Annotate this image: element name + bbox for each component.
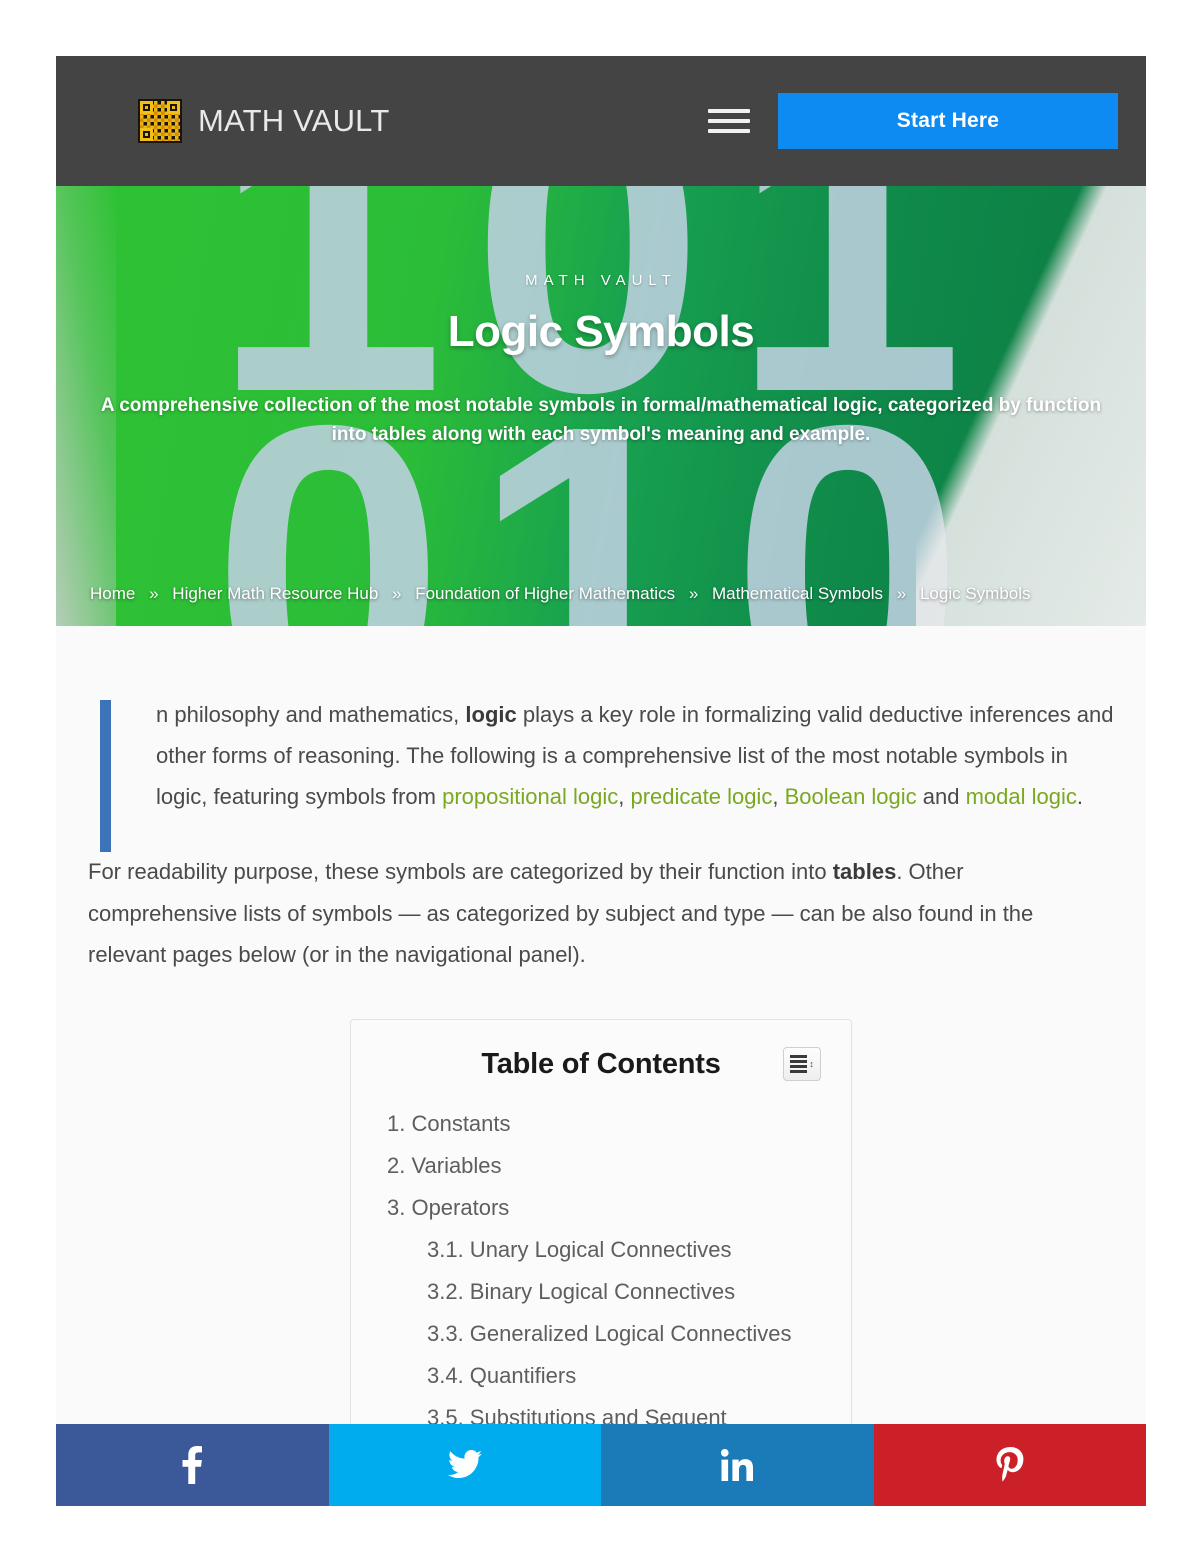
link-propositional-logic[interactable]: propositional logic bbox=[442, 784, 618, 809]
page-container: MATH VAULT Start Here 101 010 MATH VAULT… bbox=[56, 56, 1146, 1506]
toc-item-generalized-logical-connectives[interactable]: 3.3. Generalized Logical Connectives bbox=[387, 1313, 815, 1355]
breadcrumb-separator: » bbox=[392, 584, 402, 603]
facebook-icon bbox=[182, 1446, 203, 1484]
paragraph2-text-1: For readability purpose, these symbols a… bbox=[88, 859, 833, 885]
breadcrumb-separator: » bbox=[149, 584, 159, 603]
paragraph-readability: For readability purpose, these symbols a… bbox=[88, 851, 1114, 974]
facebook-share-button[interactable] bbox=[56, 1424, 329, 1506]
link-modal-logic[interactable]: modal logic bbox=[966, 784, 1077, 809]
brand-name: MATH VAULT bbox=[198, 103, 390, 138]
intro-bold-logic: logic bbox=[465, 702, 517, 727]
site-header: MATH VAULT Start Here bbox=[56, 56, 1146, 186]
breadcrumb-item-higher-math-resource-hub[interactable]: Higher Math Resource Hub bbox=[172, 584, 378, 603]
toc-item-binary-logical-connectives[interactable]: 3.2. Binary Logical Connectives bbox=[387, 1271, 815, 1313]
toc-toggle-icon[interactable]: ↕ bbox=[783, 1047, 821, 1082]
qr-code-icon bbox=[138, 99, 182, 143]
breadcrumb-separator: » bbox=[688, 584, 699, 603]
hero-eyebrow: MATH VAULT bbox=[525, 272, 677, 289]
linkedin-icon bbox=[721, 1449, 754, 1481]
breadcrumb-item-home[interactable]: Home bbox=[90, 584, 135, 603]
toc-toggle-caret: ↕ bbox=[809, 1058, 814, 1069]
twitter-icon bbox=[447, 1450, 482, 1480]
header-actions: Start Here bbox=[708, 93, 1118, 149]
article-content: n philosophy and mathematics, logic play… bbox=[56, 626, 1146, 1460]
breadcrumb: Home » Higher Math Resource Hub » Founda… bbox=[56, 584, 1146, 604]
intro-and: and bbox=[916, 784, 966, 810]
intro-comma-1: , bbox=[618, 784, 631, 810]
toc-item-quantifiers[interactable]: 3.4. Quantifiers bbox=[387, 1355, 815, 1397]
start-here-button[interactable]: Start Here bbox=[778, 93, 1118, 149]
breadcrumb-item-foundation-of-higher-mathematics[interactable]: Foundation of Higher Mathematics bbox=[415, 584, 675, 603]
toc-item-constants[interactable]: 1. Constants bbox=[387, 1103, 815, 1145]
hero-subtitle: A comprehensive collection of the most n… bbox=[100, 395, 1102, 446]
toc-title: Table of Contents bbox=[481, 1047, 721, 1080]
intro-comma-2: , bbox=[772, 784, 785, 810]
pinterest-icon bbox=[996, 1447, 1024, 1483]
toc-item-unary-logical-connectives[interactable]: 3.1. Unary Logical Connectives bbox=[387, 1229, 815, 1271]
toc-header: Table of Contents ↕ bbox=[387, 1047, 821, 1082]
link-boolean-logic[interactable]: Boolean logic bbox=[785, 784, 917, 809]
twitter-share-button[interactable] bbox=[328, 1424, 601, 1506]
paragraph2-bold-tables: tables bbox=[832, 859, 897, 885]
linkedin-share-button[interactable] bbox=[601, 1424, 874, 1506]
toc-item-variables[interactable]: 2. Variables bbox=[387, 1145, 815, 1187]
intro-paragraph-block: n philosophy and mathematics, logic play… bbox=[88, 694, 1114, 852]
hamburger-menu-icon[interactable] bbox=[708, 106, 750, 136]
breadcrumb-separator: » bbox=[896, 584, 907, 603]
intro-paragraph: n philosophy and mathematics, logic play… bbox=[156, 694, 1114, 817]
breadcrumb-item-mathematical-symbols[interactable]: Mathematical Symbols bbox=[712, 584, 883, 603]
pinterest-share-button[interactable] bbox=[873, 1424, 1146, 1506]
breadcrumb-item-logic-symbols[interactable]: Logic Symbols bbox=[920, 584, 1031, 603]
page-title: Logic Symbols bbox=[447, 307, 755, 356]
toc-list: 1. Constants 2. Variables 3. Operators 3… bbox=[387, 1103, 815, 1439]
hero-content: MATH VAULT Logic Symbols A comprehensive… bbox=[56, 186, 1146, 450]
brand[interactable]: MATH VAULT bbox=[138, 99, 389, 143]
social-share-bar bbox=[56, 1424, 1146, 1506]
link-predicate-logic[interactable]: predicate logic bbox=[630, 784, 772, 809]
intro-text-1: n philosophy and mathematics, bbox=[156, 702, 466, 727]
intro-accent-bar bbox=[100, 700, 111, 852]
intro-period: . bbox=[1076, 784, 1084, 810]
toc-item-operators[interactable]: 3. Operators bbox=[387, 1187, 815, 1229]
hero-banner: 101 010 MATH VAULT Logic Symbols A compr… bbox=[56, 186, 1146, 626]
table-of-contents: Table of Contents ↕ 1. Constants 2. Vari… bbox=[350, 1018, 852, 1460]
